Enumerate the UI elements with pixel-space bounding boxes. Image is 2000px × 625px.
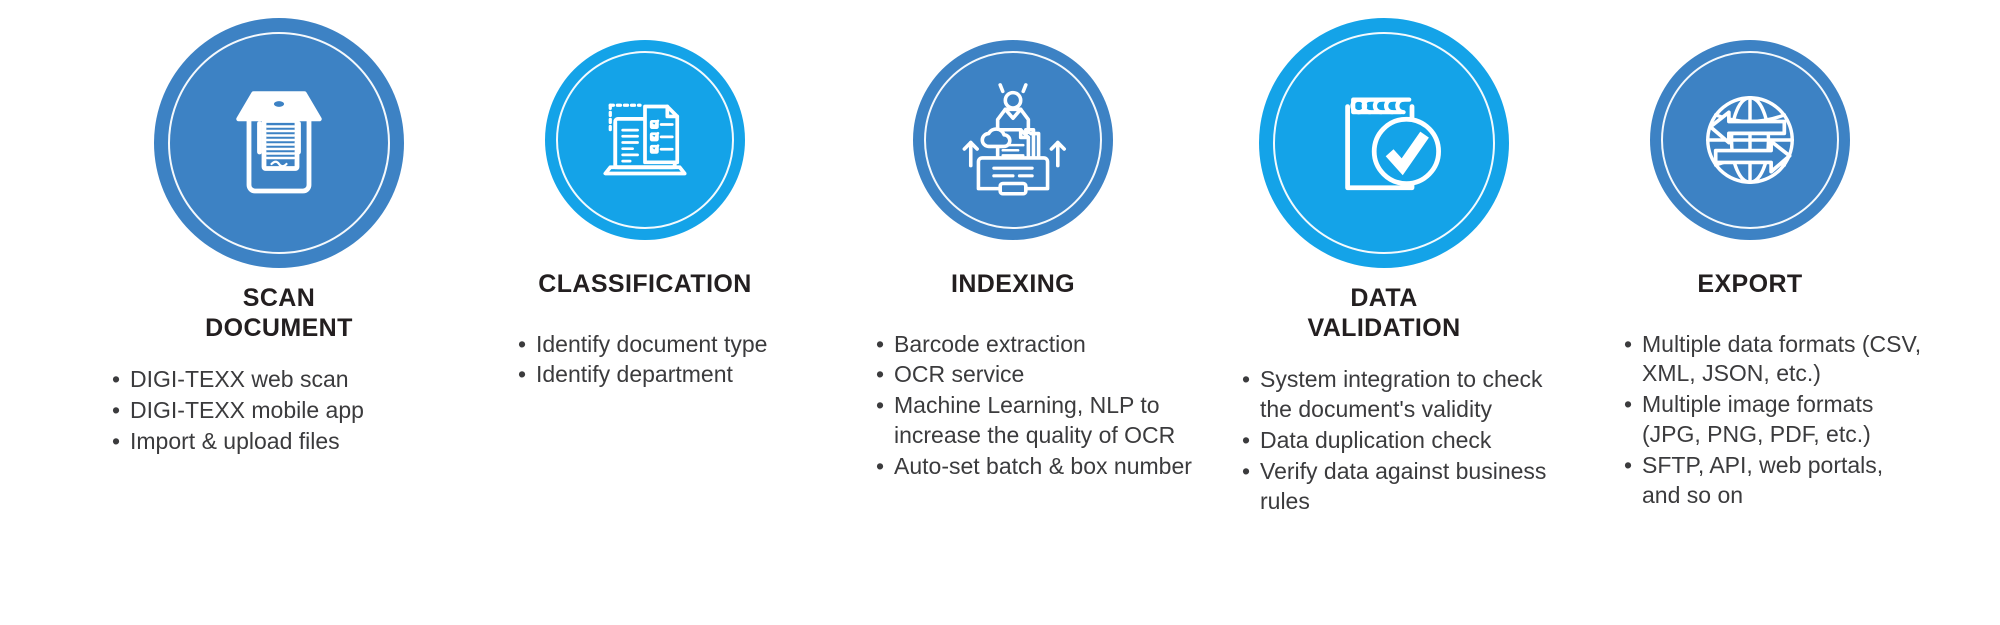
step-badge-classification [545,40,745,240]
step-bullet-list: Barcode extraction OCR service Machine L… [828,330,1198,483]
step-bullet-list: System integration to check the document… [1198,365,1570,517]
list-item: Identify document type [518,330,822,360]
step-scan-document: SCAN DOCUMENT DIGI-TEXX web scan DIGI-TE… [96,18,462,458]
list-item: System integration to check the document… [1242,365,1568,425]
globe-arrows-icon [1706,96,1794,184]
step-classification: CLASSIFICATION Identify document type Id… [462,18,828,391]
list-item: Identify department [518,360,822,390]
step-title: DATA VALIDATION [1307,284,1461,342]
list-item: Machine Learning, NLP to increase the qu… [876,391,1194,451]
list-item: SFTP, API, web portals, and so on [1624,451,1926,511]
laptop-checklist-icon [603,103,687,176]
step-bullet-list: Multiple data formats (CSV, XML, JSON, e… [1570,330,1930,512]
list-item: Multiple data formats (CSV, XML, JSON, e… [1624,330,1926,390]
step-badge-scan-document [154,18,404,268]
step-export: EXPORT Multiple data formats (CSV, XML, … [1570,18,1930,512]
scanner-icon [236,91,322,194]
step-title: INDEXING [950,270,1076,298]
list-item: OCR service [876,360,1194,390]
step-title: CLASSIFICATION [538,270,752,298]
step-title: EXPORT [1697,270,1803,298]
step-badge-export [1650,40,1850,240]
document-indexing-icon [962,83,1066,196]
step-badge-indexing [913,40,1113,240]
list-item: Auto-set batch & box number [876,452,1194,482]
list-item: Import & upload files [112,427,452,457]
notepad-checkmark-icon [1345,97,1441,191]
step-title: SCAN DOCUMENT [205,284,353,342]
step-bullet-list: Identify document type Identify departme… [462,330,828,392]
list-item: Barcode extraction [876,330,1194,360]
step-indexing: INDEXING Barcode extraction OCR service … [828,18,1198,483]
list-item: DIGI-TEXX web scan [112,365,452,395]
list-item: Verify data against business rules [1242,457,1568,517]
step-data-validation: DATA VALIDATION System integration to ch… [1198,18,1570,517]
list-item: DIGI-TEXX mobile app [112,396,452,426]
step-badge-data-validation [1259,18,1509,268]
list-item: Data duplication check [1242,426,1568,456]
step-bullet-list: DIGI-TEXX web scan DIGI-TEXX mobile app … [96,365,462,458]
workflow-infographic: SCAN DOCUMENT DIGI-TEXX web scan DIGI-TE… [0,0,2000,625]
list-item: Multiple image formats (JPG, PNG, PDF, e… [1624,390,1926,450]
